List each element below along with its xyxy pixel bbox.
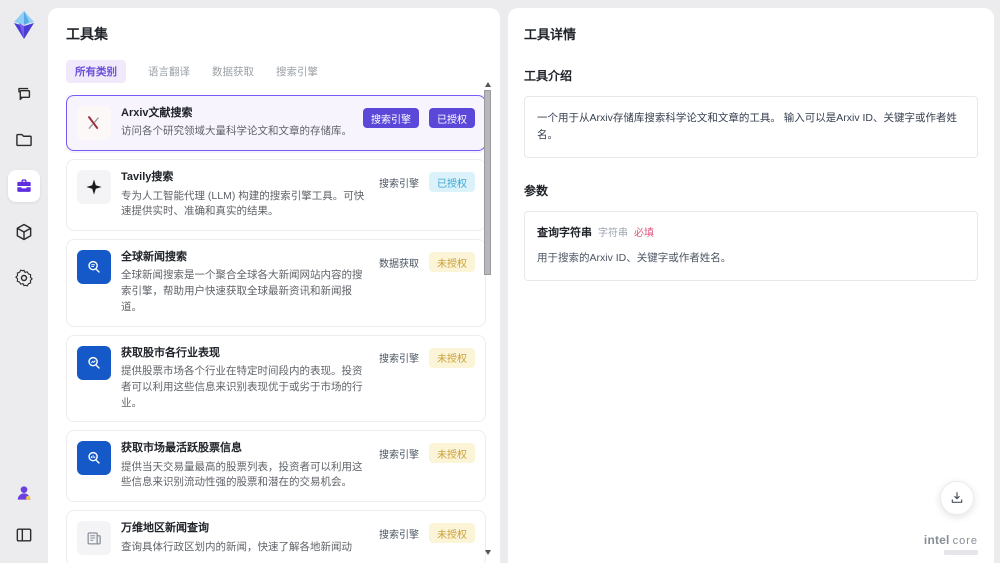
param-name: 查询字符串 — [537, 226, 592, 239]
news-search-icon — [77, 250, 111, 285]
download-icon — [951, 492, 963, 503]
tool-card-text: 万维地区新闻查询 查询具体行政区划内的新闻，快速了解各地新闻动 — [121, 521, 369, 555]
intro-section-label: 工具介绍 — [524, 69, 573, 83]
tool-card-text: Arxiv文献搜索 访问各个研究领域大量科学论文和文章的存储库。 — [121, 106, 353, 140]
param-type: 字符串 — [598, 227, 628, 239]
tool-desc: 提供股票市场各个行业在特定时间段内的表现。投资者可以利用这些信息来识别表现优于或… — [121, 365, 363, 409]
status-badge-unauthorized: 未授权 — [429, 523, 475, 544]
category-label: 搜索引擎 — [379, 354, 419, 366]
tool-card-meta: 搜索引擎 已授权 — [363, 108, 475, 128]
tool-card-tavily[interactable]: Tavily搜索 专为人工智能代理 (LLM) 构建的搜索引擎工具。可快速提供实… — [66, 159, 486, 232]
tool-card-global-news[interactable]: 全球新闻搜索 全球新闻搜索是一个聚合全球各大新闻网站内容的搜索引擎，帮助用户快速… — [66, 239, 486, 327]
tool-card-meta: 搜索引擎 未授权 — [379, 523, 475, 544]
folder-icon[interactable] — [8, 124, 40, 156]
tool-desc: 全球新闻搜索是一个聚合全球各大新闻网站内容的搜索引擎，帮助用户快速获取全球最新资… — [121, 269, 363, 313]
tool-desc: 访问各个研究领域大量科学论文和文章的存储库。 — [121, 125, 352, 138]
brand-bar — [944, 550, 978, 555]
active-stocks-icon — [77, 441, 111, 476]
param-head: 查询字符串 字符串 必填 — [537, 225, 965, 243]
tool-card-regional-news[interactable]: 万维地区新闻查询 查询具体行政区划内的新闻，快速了解各地新闻动 搜索引擎 未授权 — [66, 510, 486, 563]
download-button[interactable] — [940, 481, 974, 515]
category-label: 搜索引擎 — [379, 449, 419, 461]
tool-desc: 提供当天交易量最高的股票列表，投资者可以利用这些信息来识别流动性强的股票和潜在的… — [121, 460, 363, 489]
rail-nav — [8, 78, 40, 294]
tab-data-fetch[interactable]: 数据获取 — [212, 60, 254, 83]
intro-text: 一个用于从Arxiv存储库搜索科学论文和文章的工具。 输入可以是Arxiv ID… — [537, 112, 957, 141]
tool-detail-panel: 工具详情 工具介绍 一个用于从Arxiv存储库搜索科学论文和文章的工具。 输入可… — [508, 8, 994, 563]
brand-core: core — [952, 535, 978, 547]
rail-bottom — [8, 477, 40, 563]
category-label: 搜索引擎 — [379, 178, 419, 190]
main-content: 工具集 所有类别 语言翻译 数据获取 搜索引擎 Arxiv文献搜索 访问各个研究… — [48, 0, 1000, 563]
tab-language-translation[interactable]: 语言翻译 — [148, 60, 190, 83]
tool-card-text: 获取市场最活跃股票信息 提供当天交易量最高的股票列表，投资者可以利用这些信息来识… — [121, 441, 369, 491]
param-required-flag: 必填 — [634, 227, 654, 239]
tool-name: Tavily搜索 — [121, 171, 174, 184]
left-rail — [0, 0, 48, 563]
app-window: 工具集 所有类别 语言翻译 数据获取 搜索引擎 Arxiv文献搜索 访问各个研究… — [0, 0, 1000, 563]
tab-search-engine[interactable]: 搜索引擎 — [276, 60, 318, 83]
tool-card-arxiv[interactable]: Arxiv文献搜索 访问各个研究领域大量科学论文和文章的存储库。 搜索引擎 已授… — [66, 95, 486, 152]
tool-list: Arxiv文献搜索 访问各个研究领域大量科学论文和文章的存储库。 搜索引擎 已授… — [66, 95, 486, 563]
tool-card-meta: 数据获取 未授权 — [379, 252, 475, 273]
cube-icon[interactable] — [8, 216, 40, 248]
scroll-up-arrow[interactable] — [484, 82, 491, 87]
tool-card-meta: 搜索引擎 未授权 — [379, 443, 475, 464]
settings-gear-icon[interactable] — [8, 262, 40, 294]
app-logo-icon[interactable] — [10, 10, 38, 40]
user-avatar-icon[interactable] — [8, 477, 40, 509]
arxiv-icon — [77, 106, 111, 140]
toolbox-icon-active[interactable] — [8, 170, 40, 202]
scrollbar-thumb[interactable] — [484, 90, 491, 275]
category-label: 搜索引擎 — [379, 529, 419, 541]
tool-desc: 专为人工智能代理 (LLM) 构建的搜索引擎工具。可快速提供实时、准确和真实的结… — [121, 189, 365, 218]
status-badge-authorized: 已授权 — [429, 108, 475, 128]
tool-name: 万维地区新闻查询 — [121, 522, 209, 535]
detail-title: 工具详情 — [524, 27, 577, 42]
status-badge-unauthorized: 未授权 — [429, 347, 475, 368]
param-desc: 用于搜索的Arxiv ID、关键字或作者姓名。 — [537, 252, 732, 265]
tool-desc: 查询具体行政区划内的新闻，快速了解各地新闻动 — [121, 540, 352, 553]
params-section-label: 参数 — [524, 183, 549, 198]
tool-name: Arxiv文献搜索 — [121, 107, 193, 119]
status-badge-unauthorized: 未授权 — [429, 252, 475, 273]
tool-card-text: Tavily搜索 专为人工智能代理 (LLM) 构建的搜索引擎工具。可快速提供实… — [121, 170, 369, 220]
status-badge-authorized: 已授权 — [429, 172, 475, 193]
intel-core-logo: intel core — [924, 533, 978, 547]
status-badge-unauthorized: 未授权 — [429, 443, 475, 464]
collapse-panel-icon[interactable] — [8, 519, 40, 551]
category-tabs: 所有类别 语言翻译 数据获取 搜索引擎 — [66, 60, 500, 83]
tool-card-active-stocks[interactable]: 获取市场最活跃股票信息 提供当天交易量最高的股票列表，投资者可以利用这些信息来识… — [66, 430, 486, 503]
scroll-down-arrow[interactable] — [484, 550, 491, 555]
category-label: 数据获取 — [379, 258, 419, 270]
tool-list-panel: 工具集 所有类别 语言翻译 数据获取 搜索引擎 Arxiv文献搜索 访问各个研究… — [48, 8, 500, 563]
stock-sector-icon — [77, 345, 111, 380]
tool-card-meta: 搜索引擎 已授权 — [379, 172, 475, 193]
tool-name: 全球新闻搜索 — [121, 251, 187, 264]
regional-news-icon — [77, 521, 111, 556]
chat-icon[interactable] — [8, 78, 40, 110]
brand-intel: intel — [923, 533, 950, 547]
tool-card-sector-performance[interactable]: 获取股市各行业表现 提供股票市场各个行业在特定时间段内的表现。投资者可以利用这些… — [66, 334, 486, 423]
list-scrollbar — [483, 82, 492, 555]
tool-name: 获取市场最活跃股票信息 — [121, 442, 242, 455]
tool-card-text: 获取股市各行业表现 提供股票市场各个行业在特定时间段内的表现。投资者可以利用这些… — [121, 346, 369, 412]
tool-card-text: 全球新闻搜索 全球新闻搜索是一个聚合全球各大新闻网站内容的搜索引擎，帮助用户快速… — [121, 250, 369, 316]
param-box: 查询字符串 字符串 必填 用于搜索的Arxiv ID、关键字或作者姓名。 — [524, 210, 978, 281]
page-title: 工具集 — [66, 26, 108, 42]
tool-card-meta: 搜索引擎 未授权 — [379, 347, 475, 368]
tool-name: 获取股市各行业表现 — [121, 346, 220, 359]
tab-all-categories[interactable]: 所有类别 — [66, 60, 126, 83]
tavily-icon — [77, 170, 111, 205]
category-badge: 搜索引擎 — [363, 108, 419, 128]
intro-box: 一个用于从Arxiv存储库搜索科学论文和文章的工具。 输入可以是Arxiv ID… — [524, 96, 978, 158]
